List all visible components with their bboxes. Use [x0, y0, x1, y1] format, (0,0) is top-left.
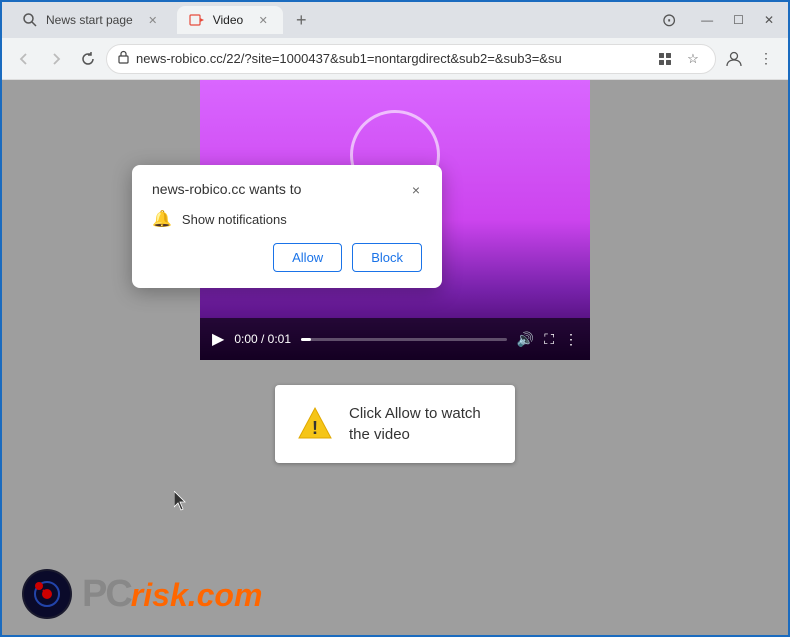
- fullscreen-button[interactable]: ⛶: [544, 331, 554, 348]
- page-content: ▶ 0:00 / 0:01 🔊 ⛶ ⋮ ! Click Allow to wat…: [2, 80, 788, 635]
- nav-bar: news-robico.cc/22/?site=1000437&sub1=non…: [2, 38, 788, 80]
- popup-notification-row: 🔔 Show notifications: [152, 209, 422, 229]
- permission-popup: news-robico.cc wants to × 🔔 Show notific…: [132, 165, 442, 288]
- profile-button[interactable]: [720, 45, 748, 73]
- lock-icon: [117, 50, 130, 67]
- warning-icon: !: [297, 406, 333, 442]
- allow-button[interactable]: Allow: [273, 243, 342, 272]
- tab-news-start-page[interactable]: News start page ✕: [10, 6, 173, 34]
- cursor: [174, 491, 186, 509]
- title-bar: News start page ✕ Video ✕ + ⊙ — ☐ ✕: [2, 2, 788, 38]
- popup-title: news-robico.cc wants to: [152, 181, 301, 197]
- maximize-button[interactable]: ☐: [727, 11, 750, 29]
- pcrisk-pc: PC: [82, 573, 131, 616]
- notification-label: Show notifications: [182, 212, 287, 227]
- pcrisk-brand-text: PC risk.com: [82, 573, 262, 616]
- tab-close-2[interactable]: ✕: [255, 12, 271, 28]
- new-tab-button[interactable]: +: [287, 6, 315, 34]
- window-controls: — ☐ ✕: [695, 11, 780, 29]
- nav-right-buttons: ⋮: [720, 45, 780, 73]
- address-bar[interactable]: news-robico.cc/22/?site=1000437&sub1=non…: [106, 44, 716, 74]
- tab-label-2: Video: [213, 13, 243, 27]
- bookmark-button[interactable]: ☆: [681, 47, 705, 71]
- popup-buttons: Allow Block: [152, 243, 422, 272]
- click-allow-message: Click Allow to watch the video: [349, 403, 481, 445]
- search-tab-icon: [22, 12, 38, 28]
- back-button[interactable]: [10, 45, 38, 73]
- popup-close-button[interactable]: ×: [410, 181, 422, 199]
- video-tab-icon: [189, 12, 205, 28]
- forward-button[interactable]: [42, 45, 70, 73]
- downloads-button[interactable]: ⊙: [655, 6, 683, 34]
- tab-video[interactable]: Video ✕: [177, 6, 283, 34]
- popup-header: news-robico.cc wants to ×: [152, 181, 422, 199]
- browser-window: News start page ✕ Video ✕ + ⊙ — ☐ ✕: [0, 0, 790, 637]
- bell-icon: 🔔: [152, 209, 172, 229]
- click-allow-box: ! Click Allow to watch the video: [275, 385, 515, 463]
- video-progress-fill: [301, 338, 311, 341]
- tab-label-1: News start page: [46, 13, 133, 27]
- grid-view-button[interactable]: [653, 47, 677, 71]
- pcrisk-logo: PC risk.com: [22, 569, 262, 619]
- volume-icon[interactable]: 🔊: [517, 331, 534, 348]
- click-allow-text-line1: Click Allow to watch: [349, 403, 481, 424]
- click-allow-text-line2: the video: [349, 424, 481, 445]
- refresh-button[interactable]: [74, 45, 102, 73]
- address-actions: ☆: [653, 47, 705, 71]
- block-button[interactable]: Block: [352, 243, 422, 272]
- video-time: 0:00 / 0:01: [234, 332, 291, 346]
- close-button[interactable]: ✕: [758, 11, 780, 29]
- address-text: news-robico.cc/22/?site=1000437&sub1=non…: [136, 51, 647, 66]
- video-controls: ▶ 0:00 / 0:01 🔊 ⛶ ⋮: [200, 318, 590, 360]
- video-progress-bar[interactable]: [301, 338, 507, 341]
- more-options-button[interactable]: ⋮: [564, 331, 578, 348]
- pcrisk-risk: risk.com: [131, 577, 263, 614]
- menu-button[interactable]: ⋮: [752, 45, 780, 73]
- svg-text:!: !: [312, 418, 318, 438]
- pcrisk-icon: [22, 569, 72, 619]
- play-button[interactable]: ▶: [212, 329, 224, 349]
- tab-close-1[interactable]: ✕: [145, 12, 161, 28]
- minimize-button[interactable]: —: [695, 11, 719, 29]
